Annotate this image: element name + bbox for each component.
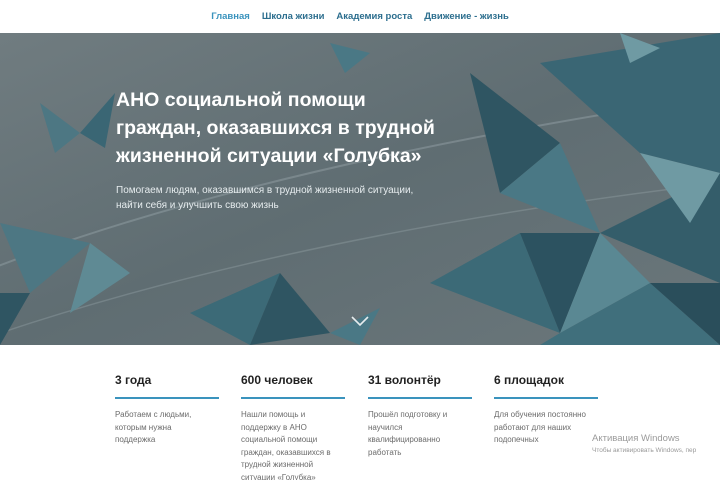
stat-description-line: работать [368, 447, 402, 457]
stat-description-line: поддержку в АНО [241, 422, 307, 432]
stat-description-line: Для обучения постоянно [494, 410, 586, 419]
stat-description-line: граждан, оказавшихся в [241, 447, 331, 457]
nav-item-home[interactable]: Главная [211, 11, 250, 22]
stat-description-line: социальной помощи [241, 435, 318, 445]
hero-title-line: граждан, оказавшихся в трудной [116, 117, 435, 139]
stat-value: 31 волонтёр [368, 373, 441, 387]
stat-volunteers: 31 волонтёр Прошёл подготовку и научился… [368, 373, 478, 459]
stat-description-line: Работаем с людьми, [115, 410, 192, 419]
stat-people: 600 человек Нашли помощь и поддержку в А… [241, 373, 351, 480]
stat-description-line: подопечных [494, 435, 539, 445]
stat-description-line: работают для наших [494, 422, 572, 432]
stat-value: 3 года [115, 373, 152, 387]
hero-title-line: АНО социальной помощи [116, 89, 366, 111]
nav-item-life-school[interactable]: Школа жизни [262, 11, 325, 22]
nav-item-growth-academy[interactable]: Академия роста [336, 11, 412, 22]
stat-value: 6 площадок [494, 373, 564, 387]
stat-years: 3 года Работаем с людьми, которым нужна … [115, 373, 225, 447]
stat-divider [494, 397, 598, 399]
hero-title-line: жизненной ситуации «Голубка» [116, 145, 422, 167]
stat-description-line: ситуации «Голубка» [241, 472, 316, 480]
stat-description: Для обучения постоянно работают для наши… [494, 409, 598, 447]
nav-item-movement-life[interactable]: Движение - жизнь [424, 11, 509, 22]
stat-description-line: поддержка [115, 435, 156, 445]
stat-description: Прошёл подготовку и научился квалифициро… [368, 409, 472, 459]
hero-banner: АНО социальной помощи граждан, оказавших… [0, 33, 720, 345]
hero-subtitle-line: найти себя и улучшить свою жизнь [116, 200, 279, 211]
watermark-subtitle: Чтобы активировать Windows, пер [592, 447, 697, 454]
stat-description-line: трудной жизненной [241, 460, 314, 470]
stat-divider [241, 397, 345, 399]
stat-divider [115, 397, 219, 399]
windows-activation-watermark: Активация Windows Чтобы активировать Win… [592, 433, 696, 454]
stat-venues: 6 площадок Для обучения постоянно работа… [494, 373, 604, 447]
watermark-title: Активация Windows [592, 433, 680, 444]
stat-description-line: научился [368, 422, 403, 432]
hero-title: АНО социальной помощи граждан, оказавших… [116, 86, 456, 170]
stat-description-line: которым нужна [115, 422, 172, 432]
hero-subtitle-line: Помогаем людям, оказавшимся в трудной жи… [116, 185, 414, 196]
stat-divider [368, 397, 472, 399]
stat-description: Нашли помощь и поддержку в АНО социально… [241, 409, 345, 480]
stat-description-line: квалифицированно [368, 435, 441, 445]
stat-value: 600 человек [241, 373, 313, 387]
stat-description: Работаем с людьми, которым нужна поддерж… [115, 409, 219, 447]
stat-description-line: Нашли помощь и [241, 410, 306, 419]
stats-section: 3 года Работаем с людьми, которым нужна … [0, 345, 720, 480]
hero-subtitle: Помогаем людям, оказавшимся в трудной жи… [116, 183, 436, 213]
top-nav: Главная Школа жизни Академия роста Движе… [0, 0, 720, 33]
stat-description-line: Прошёл подготовку и [368, 410, 448, 419]
chevron-down-icon[interactable] [350, 315, 370, 327]
